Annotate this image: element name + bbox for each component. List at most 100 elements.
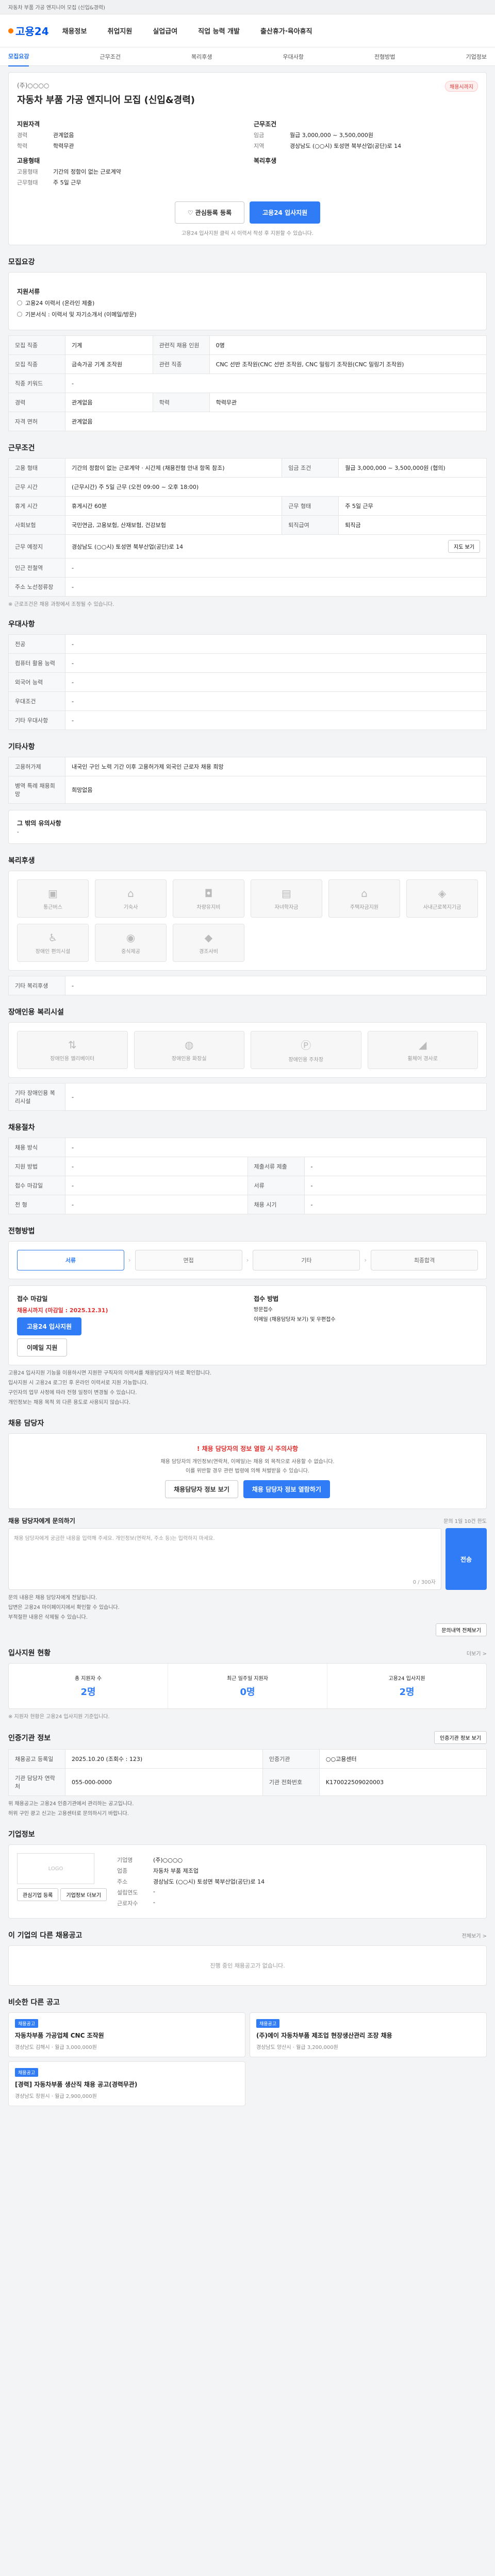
info-view-button[interactable]: 인증기관 정보 보기 [434, 1731, 487, 1744]
cell-value: - [65, 1195, 248, 1214]
cell-value: - [65, 558, 487, 578]
prefer-table: 전공 - 컴퓨터 활용 능력 - 외국어 능력 - 우대조건 - 기타 우대사항 - [8, 634, 487, 730]
similar-item[interactable]: 채용공고 [경력] 자동차부품 생산직 채용 공고(경력무관) 경상남도 창원시… [8, 2061, 245, 2106]
apply-button[interactable]: 고용24 입사지원 [250, 201, 321, 224]
region-label: 지역 [254, 143, 265, 149]
tab-conditions[interactable]: 근무조건 [100, 53, 121, 61]
cell-key: 사회보험 [8, 515, 65, 535]
stats-title: 입사지원 현황 [8, 1649, 51, 1657]
disability-label: 휠체어 경사로 [407, 1056, 438, 1062]
apply-option-online[interactable]: 고용24 이력서 (온라인 제출) [17, 299, 478, 307]
career-label: 경력 [17, 132, 28, 139]
disability-item: ◍ 장애인용 화장실 [134, 1031, 244, 1069]
manager-alert: ! 채용 담당자의 정보 열람 시 주의사항 채용 담당자의 개인정보(연락처,… [8, 1433, 487, 1509]
cell-key: 컴퓨터 활용 능력 [8, 653, 65, 673]
similar-title-text: (주)에이 자동차부품 제조업 현장생산관리 조장 채용 [256, 2032, 392, 2039]
fund-icon: ◈ [438, 887, 447, 900]
cell-value: 퇴직금 [338, 515, 487, 535]
work-type-value: 주 5일 근무 [53, 179, 81, 186]
welfare-label: 통근버스 [43, 904, 62, 910]
cell-value: 휴게시간 60분 [64, 496, 283, 516]
cell-value: - [65, 976, 487, 995]
similar-item[interactable]: 채용공고 (주)에이 자동차부품 제조업 현장생산관리 조장 채용 경상남도 양… [250, 2012, 487, 2057]
stat-value: 2명 [399, 1687, 415, 1698]
cell-key: 지원 방법 [8, 1157, 65, 1176]
other-jobs-more-link[interactable]: 전체보기 > [462, 1931, 487, 1939]
cell-key: 임금 조건 [282, 458, 339, 478]
tab-company[interactable]: 기업정보 [466, 53, 487, 61]
note-item: 고용24 입사지원 기능을 이용하시면 지원한 구직자의 이력서를 채용담당자가… [8, 1370, 212, 1376]
favorite-company-button[interactable]: 관심기업 등록 [17, 1888, 59, 1901]
favorite-button[interactable]: ♡ 관심등록 등록 [174, 201, 245, 224]
conditions-note: ※ 근로조건은 채용 과정에서 조정될 수 있습니다. [8, 602, 114, 607]
tab-prefer[interactable]: 우대사항 [283, 53, 304, 61]
section-tabs: 모집요강 근무조건 복리후생 우대사항 전형방법 기업정보 [0, 47, 495, 66]
tab-welfare[interactable]: 복리후생 [191, 53, 212, 61]
apply-option-basic[interactable]: 기본서식 : 이력서 및 자기소개서 (이메일/방문) [17, 310, 478, 318]
prefer-title: 우대사항 [8, 620, 35, 629]
menu-training[interactable]: 직업 능력 개발 [198, 26, 240, 36]
conditions-title: 근무조건 [8, 444, 35, 452]
similar-title-text: 자동차부품 가공업체 CNC 조작원 [15, 2032, 104, 2039]
menu-jobs[interactable]: 채용정보 [62, 26, 87, 36]
apply-online-button[interactable]: 고용24 입사지원 [17, 1317, 82, 1335]
apply-docs-heading: 지원서류 [17, 288, 40, 295]
cell-value: - [65, 672, 487, 692]
stats-more-link[interactable]: 더보기 > [467, 1649, 487, 1657]
stat-value: 2명 [80, 1687, 96, 1698]
cell-value: CNC 선반 조작원(CNC 선반 조작원, CNC 밀링기 조작원(CNC 밀… [209, 354, 487, 374]
step-final: 최종합격 [371, 1250, 478, 1270]
company-more-button[interactable]: 기업정보 더보기 [60, 1888, 107, 1901]
cell-value: 희망없음 [65, 776, 487, 804]
apply-email-button[interactable]: 이메일 지원 [17, 1338, 68, 1357]
process-box: 서류 › 면접 › 기타 › 최종합격 [8, 1241, 487, 1279]
similar-title-text: [경력] 자동차부품 생산직 채용 공고(경력무관) [15, 2081, 138, 2088]
welfare-item: ♿ 장애인 편의시설 [17, 924, 89, 962]
apply-note: 고용24 입사지원 클릭 시 이력서 작성 후 지원할 수 있습니다. [181, 231, 314, 236]
welfare-item: ▣ 통근버스 [17, 879, 89, 918]
recruit-table: 모집 직종 기계 관련직 채용 인원 0명 모집 직종 금속가공 기계 조작원 관련 직종… [8, 335, 487, 431]
tab-process[interactable]: 전형방법 [374, 53, 395, 61]
site-logo[interactable]: 고용24 [8, 23, 49, 38]
info-notes: 위 채용공고는 고용24 인증기관에서 관리하는 공고입니다. 허위 구인 광고… [8, 1800, 487, 1818]
emp-type-value: 기간의 정함이 없는 근로계약 [53, 168, 121, 175]
similar-item[interactable]: 채용공고 자동차부품 가공업체 CNC 조작원 경상남도 김해시 · 월급 3,… [8, 2012, 245, 2057]
inquiry-submit-button[interactable]: 전송 [446, 1528, 487, 1590]
region-value: 경상남도 (○○시) 토성면 북부산업(공단)로 14 [290, 143, 402, 149]
manager-info-button[interactable]: 채용담당자 정보 보기 [165, 1480, 238, 1498]
method-heading: 접수 방법 [254, 1295, 279, 1302]
cell-value: - [304, 1157, 487, 1176]
inquiry-heading: 채용 담당자에게 문의하기 [8, 1517, 75, 1524]
cell-key: 인증기관 [262, 1749, 320, 1769]
tab-recruit[interactable]: 모집요강 [8, 47, 29, 66]
cell-value: - [65, 691, 487, 711]
disability-item: ⇅ 장애인용 엘리베이터 [17, 1031, 128, 1069]
similar-tag: 채용공고 [256, 2019, 280, 2028]
stats-note: ※ 지원자 현황은 고용24 입사지원 기준입니다. [8, 1714, 110, 1720]
inquiry-history-button[interactable]: 문의내역 전체보기 [436, 1623, 487, 1636]
map-button[interactable]: 지도 보기 [448, 540, 480, 553]
manager-view-button[interactable]: 채용 담당자 정보 열람하기 [243, 1480, 330, 1498]
global-nav: 고용24 채용정보 취업지원 실업급여 직업 능력 개발 출산휴가·육아휴직 [0, 14, 495, 47]
welfare-item: ▤ 자녀학자금 [251, 879, 322, 918]
disability-other-table: 기타 장애인용 복리시설 - [8, 1083, 487, 1111]
radio-icon [17, 300, 22, 306]
apply-docs-box: 지원서류 고용24 이력서 (온라인 제출) 기본서식 : 이력서 및 자기소개… [8, 272, 487, 330]
cell-value: - [65, 1176, 248, 1195]
cell-value: 월급 3,000,000 ~ 3,500,000원 (협의) [338, 458, 487, 478]
note-item: 개인정보는 채용 목적 외 다른 용도로 사용되지 않습니다. [8, 1400, 131, 1405]
stat-total: 총 지원자 수 2명 [9, 1664, 168, 1708]
welfare-label: 경조사비 [199, 948, 218, 955]
alert-line: 채용 담당자의 개인정보(연락처, 이메일)는 채용 외 목적으로 사용할 수 … [160, 1459, 335, 1465]
inquiry-textarea[interactable]: 채용 담당자에게 궁금한 내용을 입력해 주세요. 개인정보(연락처, 주소 등… [8, 1528, 441, 1590]
menu-unemployment[interactable]: 실업급여 [153, 26, 177, 36]
ramp-icon: ◢ [419, 1038, 427, 1051]
note-item: 입사지원 시 고용24 로그인 후 온라인 이력서로 지원 가능합니다. [8, 1380, 148, 1386]
cell-key: 주소 노선정류장 [8, 577, 65, 597]
menu-leave[interactable]: 출산휴가·육아휴직 [260, 26, 312, 36]
welfare-other-table: 기타 복리후생 - [8, 976, 487, 995]
company-card: LOGO 관심기업 등록 기업정보 더보기 기업명 (주)○○○○ 업종 자동차 부… [8, 1844, 487, 1919]
similar-meta: 경상남도 양산시 · 월급 3,200,000원 [256, 2045, 338, 2050]
cell-key: 관련직 채용 인원 [152, 335, 210, 355]
menu-support[interactable]: 취업지원 [107, 26, 132, 36]
